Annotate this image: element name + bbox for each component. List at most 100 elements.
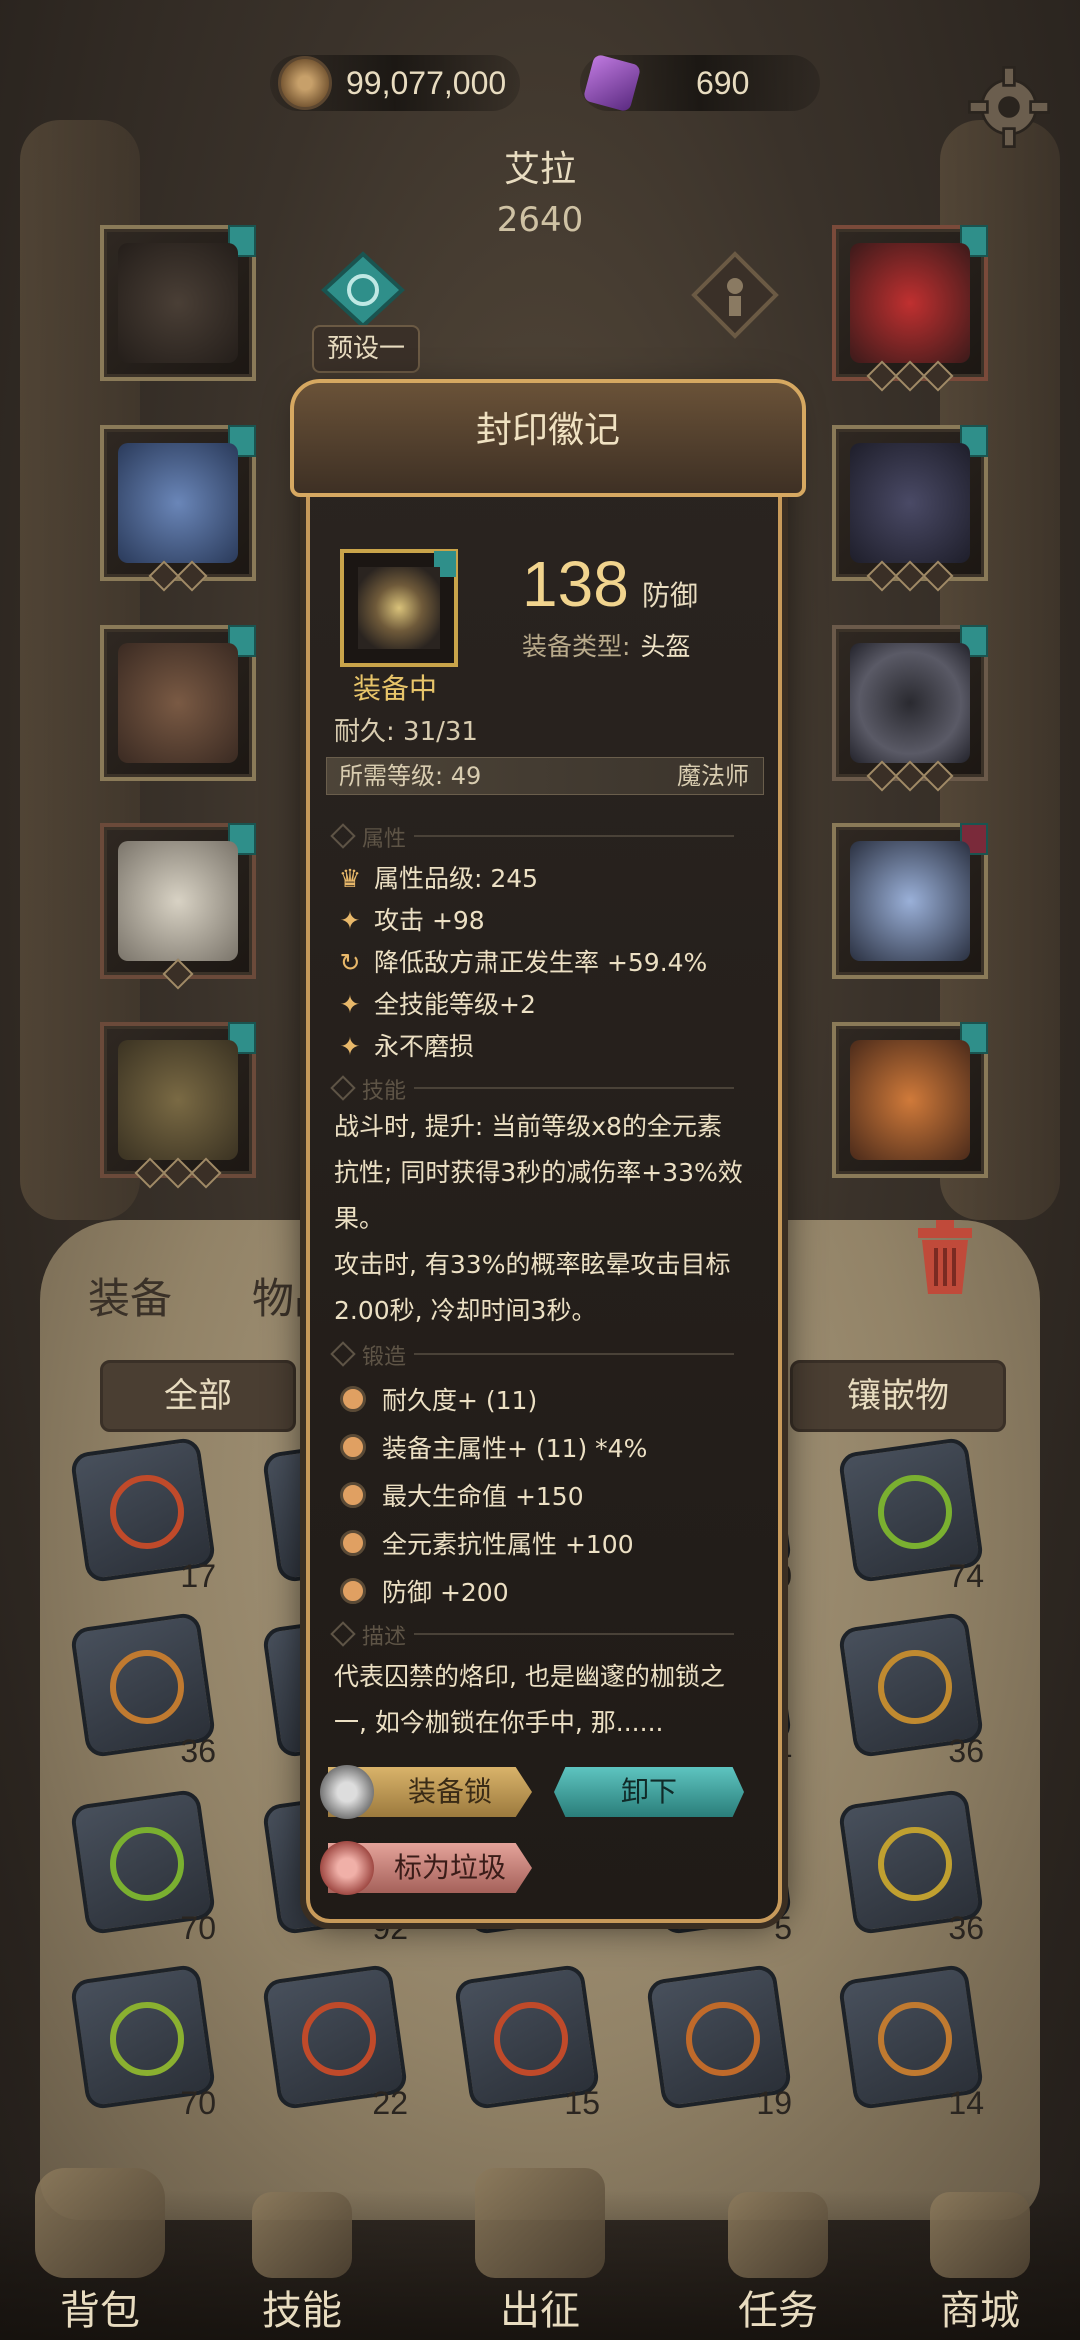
slot-ring[interactable] [832, 625, 988, 792]
gem-icon [582, 53, 642, 113]
inventory-item[interactable]: 36 [69, 1611, 217, 1769]
item-count: 36 [180, 1733, 216, 1769]
forge-line: 装备主属性+ (11) *4% [340, 1429, 647, 1465]
slot-armor[interactable] [100, 425, 256, 592]
rune-symbol-icon [110, 1827, 184, 1901]
rune-symbol-icon [110, 1650, 184, 1724]
filter-all[interactable]: 全部 [100, 1360, 296, 1432]
item-count: 70 [180, 2085, 216, 2121]
rune-symbol-icon [878, 1650, 952, 1724]
pants-art [118, 841, 238, 961]
bottom-nav: 背包 技能 出征 任务 商城 [0, 2168, 1080, 2340]
unequip-button[interactable]: 卸下 [554, 1767, 744, 1817]
equipped-label: 装备中 [352, 672, 437, 705]
inventory-item[interactable]: 70 [69, 1963, 217, 2121]
slot-mask[interactable] [832, 225, 988, 392]
gear-icon[interactable] [964, 62, 1054, 152]
rune-symbol-icon [110, 1475, 184, 1549]
slot-boots[interactable] [100, 1022, 256, 1189]
nav-skills[interactable]: 技能 [222, 2192, 382, 2336]
star-icon: ✦ [339, 990, 361, 1019]
shop-icon [930, 2192, 1030, 2278]
attr-skill-level: ✦ 全技能等级+2 [339, 990, 536, 1019]
item-lore: 代表囚禁的烙印, 也是幽邃的枷锁之 一, 如今枷锁在你手中, 那...... [334, 1662, 725, 1737]
nav-quests[interactable]: 任务 [698, 2192, 858, 2336]
slot-helmet[interactable] [100, 225, 256, 381]
bag-icon [35, 2168, 165, 2278]
slot-necklace[interactable] [832, 425, 988, 592]
item-count: 74 [948, 1558, 984, 1594]
inventory-item[interactable]: 17 [69, 1436, 217, 1594]
inventory-item[interactable]: 36 [837, 1788, 985, 1946]
nav-shop[interactable]: 商城 [900, 2192, 1060, 2336]
slot-gloves[interactable] [100, 625, 256, 781]
necklace-art [850, 443, 970, 563]
slot-offhand[interactable] [832, 1022, 988, 1178]
nav-bag-label: 背包 [60, 2288, 140, 2334]
inventory-item[interactable]: 14 [837, 1963, 985, 2121]
skill-description: 战斗时, 提升: 当前等级x8的全元素 抗性; 同时获得3秒的减伤率+33%效 … [334, 1112, 743, 1325]
inventory-item[interactable]: 15 [453, 1963, 601, 2121]
attr-no-wear: ✦ 永不磨损 [339, 1032, 475, 1061]
gloves-art [118, 643, 238, 763]
preset-button[interactable]: 预设一 [312, 325, 420, 373]
gem-counter[interactable]: 690 [580, 53, 820, 113]
rune-symbol-icon [494, 2002, 568, 2076]
nav-expedition-label: 出征 [500, 2288, 580, 2334]
inventory-item[interactable]: 74 [837, 1436, 985, 1594]
rune-symbol-icon [110, 2002, 184, 2076]
forge-line: 耐久度+ (11) [340, 1381, 537, 1417]
attr-attack: ✦ 攻击 +98 [339, 906, 485, 935]
nav-expedition[interactable]: 出征 [460, 2168, 620, 2336]
item-count: 17 [180, 1558, 216, 1594]
equipment-type: 装备类型: 头盔 [522, 632, 691, 661]
inventory-item[interactable]: 22 [261, 1963, 409, 2121]
rune-symbol-icon [878, 1475, 952, 1549]
requirement-bar: 所需等级: 49 魔法师 [326, 757, 764, 795]
hero-name: 艾拉 [503, 149, 576, 190]
forge-line: 防御 +200 [340, 1573, 509, 1609]
rune-symbol-icon [686, 2002, 760, 2076]
sword-icon [475, 2168, 605, 2278]
popup-header: 封印徽记 [290, 379, 806, 497]
offhand-art [850, 1040, 970, 1160]
nav-skills-label: 技能 [262, 2288, 342, 2334]
item-count: 15 [564, 2085, 600, 2121]
nav-shop-label: 商城 [940, 2288, 1020, 2334]
section-skill: 技能 [330, 1073, 754, 1104]
item-count: 19 [756, 2085, 792, 2121]
nav-bag[interactable]: 背包 [20, 2168, 180, 2336]
popup-title: 封印徽记 [475, 410, 620, 451]
star-icon: ✦ [339, 1032, 361, 1061]
helmet-art [118, 243, 238, 363]
durability: 耐久: 31/31 [334, 717, 478, 747]
tab-equipment[interactable]: 装备 [88, 1265, 172, 1326]
inventory-item[interactable]: 70 [69, 1788, 217, 1946]
skills-icon [252, 2192, 352, 2278]
forge-line: 全元素抗性属性 +100 [340, 1525, 634, 1561]
slot-weapon[interactable] [832, 823, 988, 979]
boots-art [118, 1040, 238, 1160]
mask-art [850, 243, 970, 363]
rune-symbol-icon [878, 1827, 952, 1901]
inventory-item[interactable]: 36 [837, 1611, 985, 1769]
trash-tag-icon [320, 1841, 374, 1895]
rune-symbol-icon [878, 2002, 952, 2076]
item-detail-popup: 封印徽记 装备中 138 防御 装备类型: 头盔 耐久: 31/31 所需等级: … [290, 379, 806, 1923]
appearance-icon[interactable] [690, 250, 780, 340]
coin-icon [278, 56, 332, 110]
cycle-icon: ↻ [339, 948, 361, 977]
item-icon [340, 549, 458, 667]
slot-pants[interactable] [100, 823, 256, 990]
armor-art [118, 443, 238, 563]
star-icon: ✦ [339, 906, 361, 935]
trash-icon[interactable] [912, 1218, 978, 1298]
inventory-item[interactable]: 19 [645, 1963, 793, 2121]
preset-icon[interactable] [318, 250, 408, 330]
filter-inlays[interactable]: 镶嵌物 [790, 1360, 1006, 1432]
rune-symbol-icon [302, 2002, 376, 2076]
ring-art [850, 643, 970, 763]
nav-quests-label: 任务 [738, 2288, 818, 2334]
gold-counter[interactable]: 99,077,000 [270, 55, 520, 111]
item-count: 14 [948, 2085, 984, 2121]
